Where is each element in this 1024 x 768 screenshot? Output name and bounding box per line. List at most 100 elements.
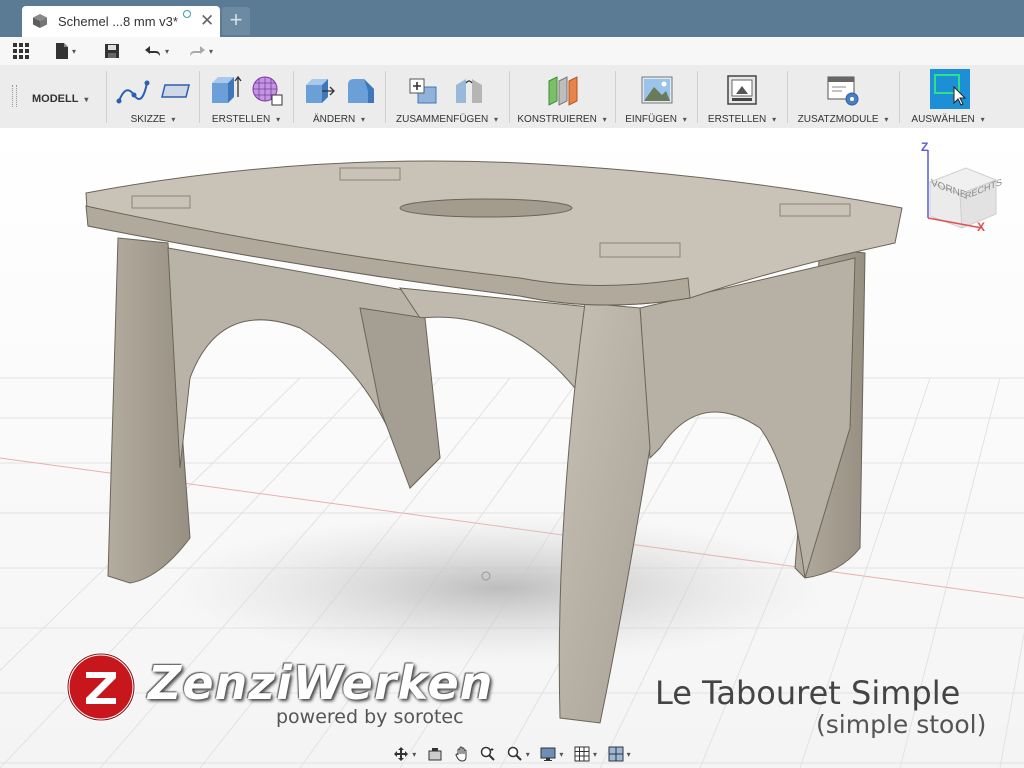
extrude-icon[interactable] <box>208 73 242 107</box>
quick-access-toolbar: ▾ ▾ ▾ <box>0 37 1024 65</box>
display-monitor-icon <box>540 747 556 761</box>
insert-caret: ▾ <box>682 115 687 124</box>
undo-button[interactable]: ▾ <box>144 42 169 60</box>
pan-hand-icon <box>455 746 467 762</box>
make-label: ERSTELLEN <box>707 114 767 125</box>
insert-menu[interactable]: EINFÜGEN ▾ <box>616 114 696 125</box>
fit-button[interactable]: ▾ <box>507 746 530 762</box>
undo-icon <box>145 46 160 56</box>
viewports-icon <box>608 746 624 762</box>
brand-powered-by: powered by sorotec <box>276 706 464 728</box>
make-menu[interactable]: ERSTELLEN ▾ <box>698 114 786 125</box>
offset-plane-icon[interactable] <box>545 73 579 107</box>
construct-menu[interactable]: KONSTRUIEREN ▾ <box>510 114 614 125</box>
document-tab-bar: Schemel ...8 mm v3* ✕ + <box>0 0 1024 37</box>
3d-print-icon[interactable] <box>725 73 759 107</box>
assemble-label: ZUSAMMENFÜGEN <box>395 114 489 125</box>
joint-icon[interactable] <box>452 73 486 107</box>
fit-caret: ▾ <box>525 749 530 759</box>
save-button[interactable] <box>104 42 120 60</box>
new-component-icon[interactable] <box>406 73 440 107</box>
addins-label: ZUSATZMODULE <box>797 114 879 125</box>
viewports-caret: ▾ <box>626 749 631 759</box>
fillet-icon[interactable] <box>344 73 378 107</box>
orbit-move-icon <box>394 747 409 761</box>
addins-menu[interactable]: ZUSATZMODULE ▾ <box>788 114 898 125</box>
create-label: ERSTELLEN <box>211 114 271 125</box>
orbit-caret: ▾ <box>412 749 417 759</box>
select-caret: ▾ <box>980 115 985 124</box>
select-cursor-icon[interactable] <box>930 69 970 109</box>
press-pull-icon[interactable] <box>302 73 336 107</box>
make-caret: ▾ <box>772 115 777 124</box>
select-menu[interactable]: AUSWÄHLEN ▾ <box>900 114 996 125</box>
project-title: Le Tabouret Simple <box>655 674 961 712</box>
data-panel-button[interactable] <box>12 42 30 60</box>
save-status-icon <box>183 10 191 18</box>
display-settings-button[interactable]: ▾ <box>540 746 563 762</box>
undo-caret: ▾ <box>165 46 170 56</box>
rectangle-sketch-icon[interactable] <box>158 73 192 107</box>
grid-settings-button[interactable]: ▾ <box>574 746 597 762</box>
sketch-caret: ▾ <box>171 115 176 124</box>
file-menu-button[interactable]: ▾ <box>55 42 76 60</box>
insert-image-icon[interactable] <box>640 73 674 107</box>
navigation-toolbar: ▾ ▾ ▾ ▾ ▾ <box>388 742 636 766</box>
pan-button[interactable] <box>454 746 470 762</box>
redo-icon <box>190 46 205 56</box>
model-shadow <box>170 513 830 663</box>
ribbon-group-addins: ZUSATZMODULE ▾ <box>788 65 898 128</box>
redo-button[interactable]: ▾ <box>188 42 213 60</box>
modify-menu[interactable]: ÄNDERN ▾ <box>294 114 384 125</box>
select-label: AUSWÄHLEN <box>911 114 975 125</box>
insert-label: EINFÜGEN <box>625 114 677 125</box>
sketch-label: SKIZZE <box>130 114 166 125</box>
viewcube-z-axis-label: Z <box>921 140 929 154</box>
grid-settings-icon <box>574 746 590 762</box>
display-caret: ▾ <box>559 749 564 759</box>
look-at-button[interactable] <box>427 746 443 762</box>
ribbon-grip[interactable] <box>12 85 17 107</box>
viewports-button[interactable]: ▾ <box>608 746 631 762</box>
modify-caret: ▾ <box>361 115 366 124</box>
document-title: Schemel ...8 mm v3* <box>58 14 178 29</box>
look-at-icon <box>428 748 442 761</box>
form-icon[interactable] <box>250 73 284 107</box>
ribbon-group-create: ERSTELLEN ▾ <box>200 65 292 128</box>
modify-label: ÄNDERN <box>312 114 356 125</box>
file-menu-caret: ▾ <box>72 46 77 56</box>
ribbon-group-sketch: SKIZZE ▾ <box>108 65 198 128</box>
ribbon-group-assemble: ZUSAMMENFÜGEN ▾ <box>386 65 508 128</box>
assemble-caret: ▾ <box>494 115 499 124</box>
ribbon-group-construct: KONSTRUIEREN ▾ <box>510 65 614 128</box>
grid-caret: ▾ <box>593 749 598 759</box>
zenziwerken-logo <box>66 652 136 722</box>
document-tab[interactable]: Schemel ...8 mm v3* ✕ <box>22 6 220 37</box>
zoom-fit-icon <box>507 746 522 761</box>
scripts-addins-icon[interactable] <box>826 73 860 107</box>
ribbon-group-modify: ÄNDERN ▾ <box>294 65 384 128</box>
spline-icon[interactable] <box>116 73 150 107</box>
create-caret: ▾ <box>276 115 281 124</box>
workspace-caret: ▾ <box>84 95 89 104</box>
ribbon-group-select: AUSWÄHLEN ▾ <box>900 65 996 128</box>
ribbon-group-insert: EINFÜGEN ▾ <box>616 65 696 128</box>
ribbon-separator <box>106 71 107 123</box>
project-subtitle: (simple stool) <box>816 710 987 739</box>
grid-icon <box>13 43 29 59</box>
zoom-icon <box>480 746 495 761</box>
new-tab-button[interactable]: + <box>222 7 250 35</box>
create-menu[interactable]: ERSTELLEN ▾ <box>200 114 292 125</box>
assemble-menu[interactable]: ZUSAMMENFÜGEN ▾ <box>386 114 508 125</box>
construct-caret: ▾ <box>602 115 607 124</box>
close-tab-button[interactable]: ✕ <box>200 11 214 31</box>
zoom-button[interactable] <box>480 746 496 762</box>
addins-caret: ▾ <box>884 115 889 124</box>
construct-label: KONSTRUIEREN <box>517 114 597 125</box>
sketch-menu[interactable]: SKIZZE ▾ <box>108 114 198 125</box>
file-icon <box>56 43 68 59</box>
workspace-switcher[interactable]: MODELL ▾ <box>32 93 88 105</box>
toolbar-ribbon: MODELL ▾ SKIZZE ▾ ERSTELLEN ▾ ÄNDERN ▾ Z… <box>0 65 1024 129</box>
orbit-button[interactable]: ▾ <box>393 746 416 762</box>
viewcube-x-axis-label: X <box>977 220 986 234</box>
